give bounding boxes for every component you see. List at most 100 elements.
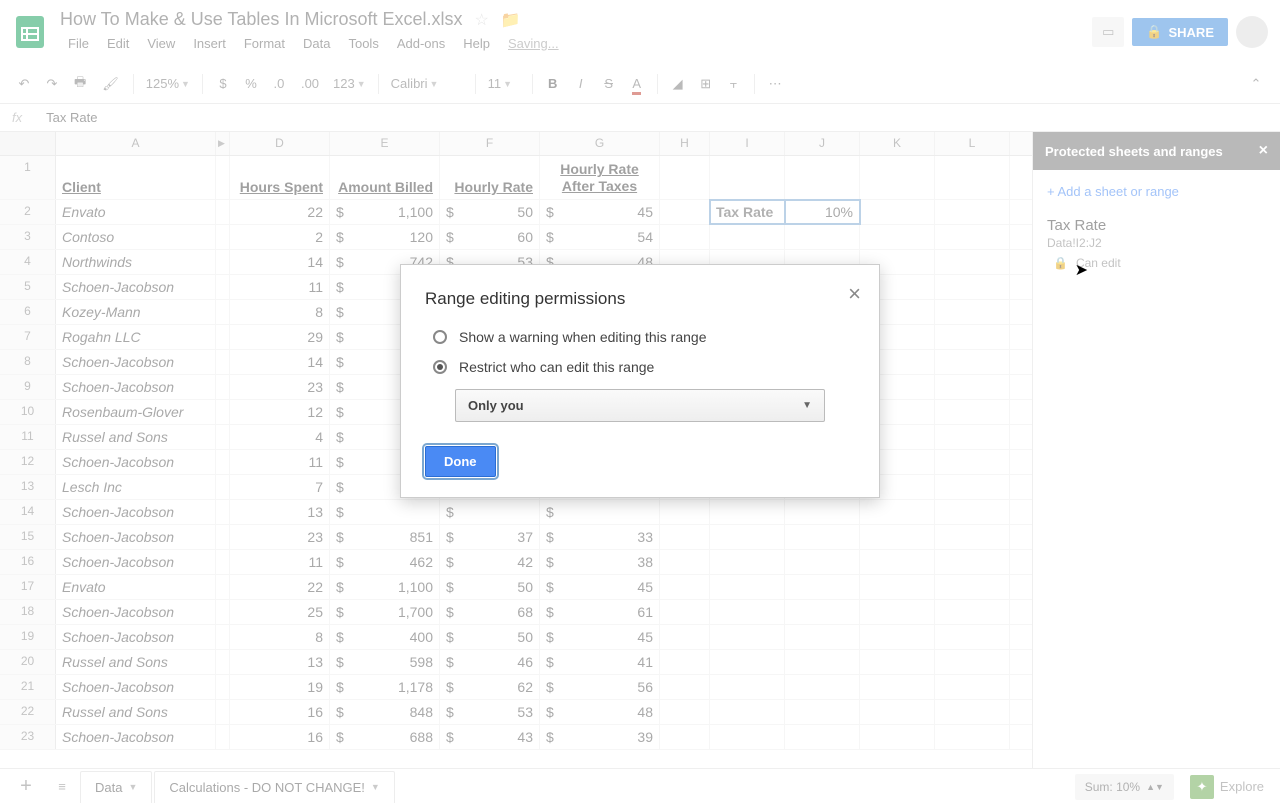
share-button[interactable]: 🔒 SHARE — [1132, 18, 1228, 46]
zoom-dropdown[interactable]: 125%▼ — [142, 72, 194, 95]
column-header-I[interactable]: I — [710, 132, 785, 155]
cell[interactable]: $848 — [330, 700, 440, 724]
font-size-dropdown[interactable]: 11▼ — [484, 72, 524, 95]
cell[interactable]: Russel and Sons — [56, 650, 216, 674]
row-header[interactable]: 23 — [0, 725, 56, 749]
cell[interactable]: Schoen-Jacobson — [56, 500, 216, 524]
cell[interactable]: $43 — [440, 725, 540, 749]
cell[interactable]: Schoen-Jacobson — [56, 725, 216, 749]
cell[interactable]: Schoen-Jacobson — [56, 600, 216, 624]
explore-button[interactable]: ✦ Explore — [1182, 771, 1272, 803]
more-button[interactable]: ⋯ — [763, 72, 788, 96]
cell[interactable]: 25 — [230, 600, 330, 624]
menu-add-ons[interactable]: Add-ons — [389, 32, 453, 55]
row-header[interactable]: 18 — [0, 600, 56, 624]
increase-decimal-button[interactable]: .00 — [295, 72, 325, 95]
cell[interactable]: Kozey-Mann — [56, 300, 216, 324]
cell[interactable]: Schoen-Jacobson — [56, 625, 216, 649]
header-after-tax[interactable]: Hourly Rate After Taxes — [540, 156, 660, 199]
cell[interactable]: $37 — [440, 525, 540, 549]
cell[interactable]: 23 — [230, 375, 330, 399]
add-range-button[interactable]: + Add a sheet or range — [1047, 184, 1266, 199]
row-header[interactable]: 21 — [0, 675, 56, 699]
row-header[interactable]: 6 — [0, 300, 56, 324]
user-avatar[interactable] — [1236, 16, 1268, 48]
panel-close-button[interactable]: × — [1259, 142, 1268, 160]
cell[interactable]: $68 — [440, 600, 540, 624]
cell[interactable]: Lesch Inc — [56, 475, 216, 499]
sheet-tab-calculations[interactable]: Calculations - DO NOT CHANGE!▼ — [154, 771, 394, 803]
comments-button[interactable]: ▭ — [1092, 17, 1124, 47]
cell[interactable]: Rosenbaum-Glover — [56, 400, 216, 424]
currency-button[interactable]: $ — [211, 72, 235, 95]
cell[interactable]: $45 — [540, 200, 660, 224]
column-header-J[interactable]: J — [785, 132, 860, 155]
done-button[interactable]: Done — [425, 446, 496, 477]
column-header-H[interactable]: H — [660, 132, 710, 155]
row-header[interactable]: 12 — [0, 450, 56, 474]
row-header[interactable]: 14 — [0, 500, 56, 524]
option-restrict[interactable]: Restrict who can edit this range — [425, 359, 855, 375]
row-header[interactable]: 15 — [0, 525, 56, 549]
tax-rate-value-cell[interactable]: 10% — [785, 200, 860, 224]
cell[interactable]: Russel and Sons — [56, 425, 216, 449]
cell[interactable]: 2 — [230, 225, 330, 249]
strikethrough-button[interactable]: S — [597, 72, 621, 95]
menu-view[interactable]: View — [139, 32, 183, 55]
column-header-A[interactable]: A — [56, 132, 216, 155]
cell[interactable]: $45 — [540, 625, 660, 649]
menu-insert[interactable]: Insert — [185, 32, 234, 55]
row-header[interactable]: 8 — [0, 350, 56, 374]
undo-button[interactable]: ↶ — [12, 72, 36, 96]
cell[interactable]: 23 — [230, 525, 330, 549]
cell[interactable]: $33 — [540, 525, 660, 549]
cell[interactable]: $50 — [440, 575, 540, 599]
cell[interactable]: $400 — [330, 625, 440, 649]
cell[interactable]: 13 — [230, 650, 330, 674]
restrict-editor-dropdown[interactable]: Only you▼ — [455, 389, 825, 422]
collapse-toolbar-button[interactable]: ⌃ — [1244, 72, 1268, 96]
menu-edit[interactable]: Edit — [99, 32, 137, 55]
cell[interactable]: $60 — [440, 225, 540, 249]
cell[interactable]: Rogahn LLC — [56, 325, 216, 349]
column-header-E[interactable]: E — [330, 132, 440, 155]
cell[interactable]: 11 — [230, 450, 330, 474]
cell[interactable]: 4 — [230, 425, 330, 449]
tax-rate-label-cell[interactable]: Tax Rate — [710, 200, 785, 224]
row-header[interactable]: 13 — [0, 475, 56, 499]
cell[interactable]: $ — [440, 500, 540, 524]
row-header[interactable]: 16 — [0, 550, 56, 574]
text-color-button[interactable]: A — [625, 72, 649, 95]
cell[interactable]: $1,178 — [330, 675, 440, 699]
row-header[interactable]: 19 — [0, 625, 56, 649]
cell[interactable]: $39 — [540, 725, 660, 749]
header-client[interactable]: Client — [56, 156, 216, 199]
percent-button[interactable]: % — [239, 72, 263, 95]
paint-format-button[interactable]: 🖌 — [96, 72, 125, 96]
cell[interactable]: 14 — [230, 250, 330, 274]
cell[interactable]: $41 — [540, 650, 660, 674]
cell[interactable]: Schoen-Jacobson — [56, 675, 216, 699]
cell[interactable]: Schoen-Jacobson — [56, 350, 216, 374]
row-header[interactable]: 17 — [0, 575, 56, 599]
borders-button[interactable]: ⊞ — [694, 72, 718, 96]
sheet-tab-data[interactable]: Data▼ — [80, 771, 152, 803]
cell[interactable]: 16 — [230, 725, 330, 749]
cell[interactable]: 7 — [230, 475, 330, 499]
cell[interactable]: Envato — [56, 200, 216, 224]
number-format-dropdown[interactable]: 123▼ — [329, 72, 370, 95]
cell[interactable]: $56 — [540, 675, 660, 699]
cell[interactable]: 14 — [230, 350, 330, 374]
formula-value[interactable]: Tax Rate — [46, 110, 97, 125]
menu-data[interactable]: Data — [295, 32, 338, 55]
cell[interactable]: $42 — [440, 550, 540, 574]
cell[interactable]: 19 — [230, 675, 330, 699]
cell[interactable]: Russel and Sons — [56, 700, 216, 724]
row-header[interactable]: 11 — [0, 425, 56, 449]
cell[interactable]: $1,100 — [330, 200, 440, 224]
merge-button[interactable]: ⫟ — [722, 72, 746, 96]
row-header[interactable]: 20 — [0, 650, 56, 674]
column-header-F[interactable]: F — [440, 132, 540, 155]
cell[interactable]: $46 — [440, 650, 540, 674]
row-header[interactable]: 7 — [0, 325, 56, 349]
